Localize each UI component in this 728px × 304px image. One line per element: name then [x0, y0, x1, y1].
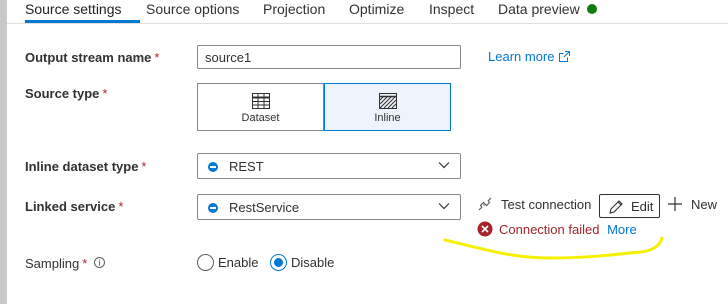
required-marker: * — [154, 50, 160, 65]
sampling-label: Sampling * — [25, 256, 105, 271]
source-type-label-text: Source type — [25, 86, 100, 101]
status-ok-icon — [586, 4, 597, 14]
source-type-inline-label: Inline — [374, 112, 401, 124]
new-label: New — [691, 197, 718, 212]
required-marker: * — [102, 86, 108, 101]
pencil-icon — [609, 200, 623, 214]
source-type-inline-button[interactable]: Inline — [324, 83, 451, 131]
learn-more-text: Learn more — [488, 49, 555, 64]
inline-hatched-icon — [378, 93, 397, 109]
tab-data-preview-label: Data preview — [498, 1, 580, 17]
source-type-dataset-button[interactable]: Dataset — [197, 83, 324, 131]
inline-dataset-type-label: Inline dataset type * — [25, 159, 146, 174]
info-icon[interactable] — [93, 257, 105, 268]
inline-dataset-type-value: REST — [229, 159, 264, 174]
tab-optimize[interactable]: Optimize — [349, 0, 404, 22]
linked-service-label-text: Linked service — [25, 199, 116, 214]
tab-projection[interactable]: Projection — [263, 0, 325, 22]
inline-dataset-type-dropdown[interactable]: REST — [197, 153, 461, 179]
output-stream-name-input[interactable] — [197, 45, 461, 69]
test-connection-button[interactable]: Test connection — [477, 196, 591, 212]
required-marker: * — [118, 199, 124, 214]
yellow-annotation-scribble — [443, 236, 664, 260]
inline-dataset-type-label-text: Inline dataset type — [25, 159, 139, 174]
tab-bar: Source settings Source options Projectio… — [7, 0, 728, 24]
tab-source-settings[interactable]: Source settings — [25, 0, 122, 22]
active-tab-indicator — [25, 20, 140, 23]
table-grid-icon — [251, 93, 270, 109]
required-marker: * — [141, 159, 147, 174]
edit-button[interactable]: Edit — [599, 194, 660, 218]
chevron-down-icon — [438, 162, 450, 169]
external-link-icon — [559, 51, 571, 62]
output-stream-name-label-text: Output stream name — [25, 50, 152, 65]
new-button[interactable]: New — [667, 196, 717, 212]
linked-service-label: Linked service * — [25, 199, 123, 214]
linked-service-value: RestService — [229, 200, 300, 215]
sampling-enable-label: Enable — [218, 255, 259, 270]
tab-source-options[interactable]: Source options — [146, 0, 239, 22]
rest-icon — [208, 162, 218, 172]
tab-data-preview[interactable]: Data preview — [498, 0, 597, 22]
output-stream-name-label: Output stream name * — [25, 50, 159, 65]
tab-inspect[interactable]: Inspect — [429, 0, 474, 22]
linked-service-dropdown[interactable]: RestService — [197, 194, 461, 220]
radio-circle — [197, 254, 214, 271]
chevron-down-icon — [438, 203, 450, 210]
plus-icon — [668, 197, 682, 211]
edit-label: Edit — [631, 199, 654, 214]
plug-connection-icon — [478, 197, 492, 211]
rest-service-icon — [208, 203, 218, 213]
source-type-dataset-label: Dataset — [241, 112, 280, 124]
learn-more-link[interactable]: Learn more — [488, 49, 571, 64]
radio-circle-selected — [270, 254, 287, 271]
test-connection-label: Test connection — [501, 197, 592, 212]
left-panel-edge — [0, 0, 7, 304]
required-marker: * — [82, 256, 88, 271]
sampling-disable-label: Disable — [291, 255, 335, 270]
sampling-label-text: Sampling — [25, 256, 80, 271]
source-type-label: Source type * — [25, 86, 107, 101]
